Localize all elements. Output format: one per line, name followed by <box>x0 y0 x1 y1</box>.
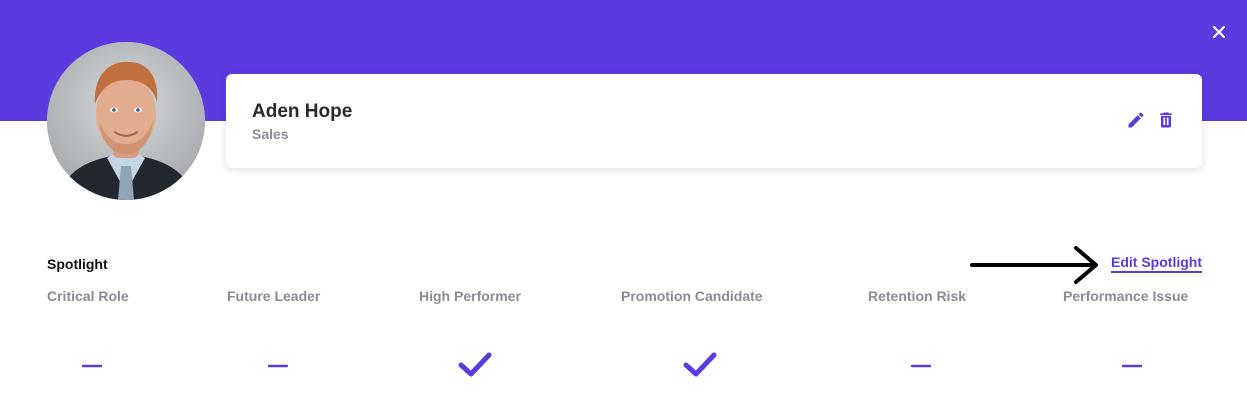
spotlight-label-critical-role: Critical Role <box>47 288 129 304</box>
arrow-annotation <box>970 244 1102 286</box>
employee-name: Aden Hope <box>252 101 353 122</box>
right-arrow-icon <box>970 246 1098 284</box>
spotlight-status-performance-issue <box>1114 348 1150 380</box>
pencil-icon <box>1128 112 1144 128</box>
profile-photo <box>47 42 205 200</box>
spotlight-status-retention-risk <box>903 348 939 380</box>
close-icon <box>1213 26 1225 38</box>
delete-profile-button[interactable] <box>1156 110 1176 130</box>
spotlight-status-high-performer <box>457 348 493 380</box>
dash-icon <box>81 364 103 368</box>
spotlight-label-high-performer: High Performer <box>419 288 521 304</box>
trash-icon <box>1160 112 1172 128</box>
edit-spotlight-link[interactable]: Edit Spotlight <box>1111 254 1202 273</box>
employee-profile-panel: Aden Hope Sales Spotlight Edit Spotlight… <box>0 0 1247 405</box>
profile-actions <box>1126 110 1176 130</box>
close-button[interactable] <box>1209 22 1229 42</box>
checkmark-icon <box>683 352 717 377</box>
dash-icon <box>1121 364 1143 368</box>
spotlight-label-future-leader: Future Leader <box>227 288 321 304</box>
profile-card: Aden Hope Sales <box>226 74 1202 168</box>
edit-profile-button[interactable] <box>1126 110 1146 130</box>
employee-department: Sales <box>252 126 289 142</box>
spotlight-status-critical-role <box>74 348 110 380</box>
spotlight-status-future-leader <box>260 348 296 380</box>
spotlight-heading: Spotlight <box>47 256 108 272</box>
avatar <box>47 42 205 200</box>
checkmark-icon <box>458 352 492 377</box>
dash-icon <box>267 364 289 368</box>
spotlight-status-promotion-candidate <box>682 348 718 380</box>
spotlight-label-promotion-candidate: Promotion Candidate <box>621 288 763 304</box>
dash-icon <box>910 364 932 368</box>
spotlight-label-retention-risk: Retention Risk <box>868 288 967 304</box>
spotlight-label-performance-issue: Performance Issue <box>1063 288 1189 304</box>
